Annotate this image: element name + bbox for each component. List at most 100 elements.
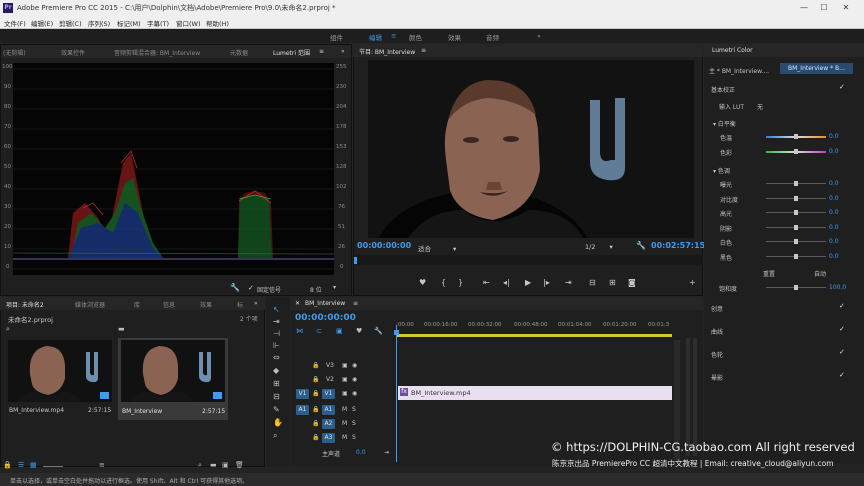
new-bin-icon[interactable]: ▬ bbox=[118, 325, 125, 333]
lock-icon[interactable]: 🔒 bbox=[312, 406, 319, 413]
marker-icon[interactable]: ♥ bbox=[356, 327, 362, 335]
white-balance-slider[interactable] bbox=[766, 148, 826, 154]
section-creative[interactable]: 创意 bbox=[711, 304, 723, 313]
tone-slider-knob[interactable] bbox=[794, 210, 798, 215]
export-frame-icon[interactable]: ◙ bbox=[628, 278, 636, 287]
saturation-slider[interactable] bbox=[766, 285, 826, 290]
zoom-slider[interactable] bbox=[43, 466, 63, 467]
menu-help[interactable]: 帮助(H) bbox=[206, 18, 229, 28]
solo-button[interactable]: S bbox=[352, 420, 356, 427]
program-menu-icon[interactable]: ≡ bbox=[421, 47, 426, 54]
add-button-icon[interactable]: + bbox=[689, 278, 696, 287]
mark-out-icon[interactable]: } bbox=[458, 278, 463, 287]
clamp-checkbox[interactable]: ✓ bbox=[248, 284, 254, 292]
tone-value[interactable]: 0.0 bbox=[829, 180, 839, 187]
extract-icon[interactable]: ⊞ bbox=[609, 278, 616, 287]
track-label[interactable]: A1 bbox=[322, 405, 335, 415]
delete-icon[interactable]: 🗑 bbox=[235, 461, 244, 469]
section-white-balance[interactable]: ▾ 白平衡 bbox=[713, 119, 736, 128]
tone-value[interactable]: 0.0 bbox=[829, 195, 839, 202]
project-item-thumbnail[interactable] bbox=[8, 340, 112, 402]
rate-stretch-tool-icon[interactable]: ⇔ bbox=[273, 353, 280, 362]
go-to-end-icon[interactable]: ⇥ bbox=[384, 449, 389, 456]
pen-tool-icon[interactable]: ✎ bbox=[273, 405, 280, 414]
section-tone[interactable]: ▾ 色调 bbox=[713, 166, 730, 175]
step-back-icon[interactable]: ◂| bbox=[503, 278, 510, 287]
auto-button[interactable]: 自动 bbox=[814, 269, 826, 278]
add-marker-timeline-icon[interactable]: ▣ bbox=[336, 327, 343, 335]
new-bin-icon[interactable]: ▬ bbox=[210, 461, 217, 469]
eye-icon[interactable]: ◉ bbox=[352, 362, 357, 369]
program-current-timecode[interactable]: 00:00:00:00 bbox=[357, 241, 411, 250]
solo-button[interactable]: S bbox=[352, 434, 356, 441]
lock-icon[interactable]: 🔒 bbox=[312, 376, 319, 383]
source-patch-a1[interactable]: A1 bbox=[296, 405, 309, 415]
bit-depth-dropdown-icon[interactable]: ▾ bbox=[333, 284, 336, 291]
lumetri-clip-sequence[interactable]: BM_Interview * B... bbox=[780, 63, 853, 74]
basic-enabled-checkbox[interactable]: ✓ bbox=[839, 84, 846, 91]
white-balance-slider-knob[interactable] bbox=[794, 148, 798, 154]
tab-effects[interactable]: 效果 bbox=[200, 300, 212, 309]
white-balance-value[interactable]: 0.0 bbox=[829, 133, 839, 140]
add-marker-icon[interactable]: ♥ bbox=[419, 278, 426, 287]
slide-tool-icon[interactable]: ⊟ bbox=[273, 392, 280, 401]
panel-more-icon[interactable]: » bbox=[254, 300, 258, 307]
tab-libraries[interactable]: 库 bbox=[134, 300, 140, 309]
mute-button[interactable]: M bbox=[342, 406, 347, 413]
workspace-more-icon[interactable]: » bbox=[537, 32, 541, 40]
tab-markers[interactable]: 标 bbox=[237, 300, 243, 309]
tab-sequence[interactable]: BM_Interview bbox=[305, 300, 345, 307]
lift-icon[interactable]: ⊟ bbox=[589, 278, 596, 287]
mute-button[interactable]: M bbox=[342, 420, 347, 427]
work-area-bar[interactable] bbox=[396, 334, 672, 337]
tone-slider-knob[interactable] bbox=[794, 181, 798, 186]
sort-icon[interactable]: ≡ bbox=[99, 461, 105, 469]
close-icon[interactable]: ✕ bbox=[840, 2, 852, 14]
sequence-menu-icon[interactable]: ≡ bbox=[353, 300, 358, 307]
snap-icon[interactable]: ⋈ bbox=[296, 327, 303, 335]
white-balance-slider-knob[interactable] bbox=[794, 134, 798, 139]
track-label[interactable]: A3 bbox=[322, 433, 335, 443]
menu-marker[interactable]: 标记(M) bbox=[117, 18, 141, 28]
eye-icon[interactable]: ◉ bbox=[352, 390, 357, 397]
minimize-icon[interactable]: — bbox=[798, 2, 810, 14]
white-balance-value[interactable]: 0.0 bbox=[829, 148, 839, 155]
panel-more-icon[interactable]: » bbox=[341, 48, 345, 55]
go-to-out-icon[interactable]: ⇥ bbox=[565, 278, 572, 287]
razor-tool-icon[interactable]: ◆ bbox=[273, 366, 279, 375]
curves-enabled-checkbox[interactable]: ✓ bbox=[839, 326, 846, 333]
workspace-assembly[interactable]: 组件 bbox=[330, 32, 343, 42]
maximize-icon[interactable]: ☐ bbox=[818, 2, 830, 14]
track-select-tool-icon[interactable]: ⇥ bbox=[273, 317, 280, 326]
menu-clip[interactable]: 剪辑(C) bbox=[59, 18, 82, 28]
tone-value[interactable]: 0.0 bbox=[829, 238, 839, 245]
find-icon[interactable]: ⌕ bbox=[198, 461, 202, 470]
tone-slider[interactable] bbox=[766, 224, 826, 230]
creative-enabled-checkbox[interactable]: ✓ bbox=[839, 303, 846, 310]
tab-effect-controls[interactable]: 效果控件 bbox=[61, 48, 85, 57]
section-color-wheels[interactable]: 色轮 bbox=[711, 350, 723, 359]
settings-wrench-icon[interactable]: 🔧 bbox=[636, 241, 646, 250]
timeline-clip[interactable]: fx BM_Interview.mp4 bbox=[398, 386, 672, 400]
lock-icon[interactable]: 🔒 bbox=[312, 390, 319, 397]
step-forward-icon[interactable]: |▸ bbox=[543, 278, 550, 287]
resolution-select[interactable]: 1/2 ▾ bbox=[585, 243, 613, 251]
track-label[interactable]: V1 bbox=[322, 389, 335, 399]
white-balance-slider[interactable] bbox=[766, 134, 826, 139]
workspace-editing[interactable]: 编辑 bbox=[369, 32, 382, 45]
tone-slider[interactable] bbox=[766, 195, 826, 201]
workspace-audio[interactable]: 音频 bbox=[486, 32, 499, 42]
new-item-icon[interactable]: ▣ bbox=[222, 461, 229, 469]
wrench-icon[interactable]: 🔧 bbox=[230, 283, 240, 292]
tone-value[interactable]: 0.0 bbox=[829, 253, 839, 260]
icon-view-icon[interactable]: ▦ bbox=[30, 461, 37, 469]
tone-slider[interactable] bbox=[766, 181, 826, 186]
menu-window[interactable]: 窗口(W) bbox=[176, 18, 201, 28]
playhead-handle[interactable] bbox=[394, 330, 399, 335]
play-icon[interactable]: ▶ bbox=[525, 278, 531, 287]
program-playhead[interactable] bbox=[354, 257, 357, 264]
list-view-icon[interactable]: ☰ bbox=[18, 461, 24, 469]
tab-info[interactable]: 信息 bbox=[163, 300, 175, 309]
ripple-edit-tool-icon[interactable]: ⊣ bbox=[273, 329, 280, 338]
tab-metadata[interactable]: 元数据 bbox=[230, 48, 248, 57]
